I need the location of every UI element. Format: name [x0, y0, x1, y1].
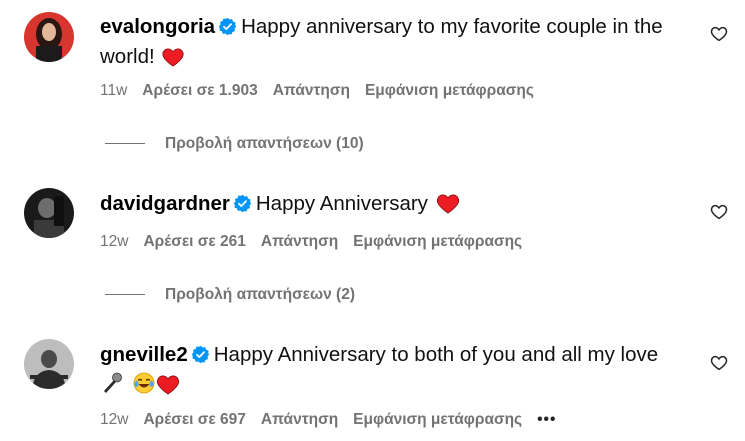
avatar[interactable] — [24, 12, 74, 62]
like-heart-icon[interactable] — [710, 25, 728, 43]
username[interactable]: evalongoria — [100, 15, 215, 38]
comment-meta: 12w Αρέσει σε 697 Απάντηση Εμφάνιση μετάφρα… — [100, 411, 571, 429]
likes-count[interactable]: Αρέσει σε 1.903 — [142, 82, 257, 99]
avatar[interactable] — [24, 339, 74, 389]
avatar[interactable] — [24, 188, 74, 238]
see-translation-button[interactable]: Εμφάνιση μετάφρασης — [365, 82, 534, 99]
likes-count[interactable]: Αρέσει σε 697 — [143, 411, 245, 428]
divider-line — [105, 294, 145, 296]
tears-of-joy-icon — [132, 371, 156, 402]
reply-button[interactable]: Απάντηση — [273, 82, 350, 99]
username[interactable]: gneville2 — [100, 343, 188, 366]
comment-body: gneville2 Happy Anniversary to both of yo… — [100, 341, 690, 402]
like-heart-icon[interactable] — [710, 354, 728, 372]
reply-button[interactable]: Απάντηση — [261, 411, 338, 428]
timestamp: 12w — [100, 233, 129, 250]
verified-badge-icon — [233, 193, 252, 220]
reply-button[interactable]: Απάντηση — [261, 233, 338, 250]
timestamp: 11w — [100, 82, 128, 99]
red-heart-icon — [162, 47, 184, 74]
comment-meta: 12w Αρέσει σε 261 Απάντηση Εμφάνιση μετάφρα… — [100, 233, 537, 251]
red-heart-icon — [156, 374, 180, 402]
verified-badge-icon — [191, 344, 210, 371]
microphone-icon — [100, 371, 124, 402]
likes-count[interactable]: Αρέσει σε 261 — [143, 233, 245, 250]
see-translation-button[interactable]: Εμφάνιση μετάφρασης — [353, 233, 522, 250]
view-replies-label: Προβολή απαντήσεων (2) — [165, 286, 355, 303]
red-heart-icon — [436, 193, 460, 221]
view-replies-label: Προβολή απαντήσεων (10) — [165, 135, 364, 152]
view-replies-button[interactable]: Προβολή απαντήσεων (2) — [105, 286, 355, 304]
comment-text: Happy Anniversary to both of you and all… — [213, 343, 659, 366]
view-replies-button[interactable]: Προβολή απαντήσεων (10) — [105, 135, 364, 153]
comment-text: Happy Anniversary — [255, 192, 428, 215]
comment-body: davidgardner Happy Anniversary — [100, 190, 690, 221]
comment-meta: 11w Αρέσει σε 1.903 Απάντηση Εμφάνιση μετάφ… — [100, 82, 549, 100]
like-heart-icon[interactable] — [710, 203, 728, 221]
see-translation-button[interactable]: Εμφάνιση μετάφρασης — [353, 411, 522, 428]
more-options-button[interactable]: ••• — [537, 411, 556, 429]
comment-body: evalongoria Happy anniversary to my favor… — [100, 13, 690, 74]
divider-line — [105, 143, 145, 145]
verified-badge-icon — [218, 16, 237, 43]
timestamp: 12w — [100, 411, 129, 428]
username[interactable]: davidgardner — [100, 192, 230, 215]
